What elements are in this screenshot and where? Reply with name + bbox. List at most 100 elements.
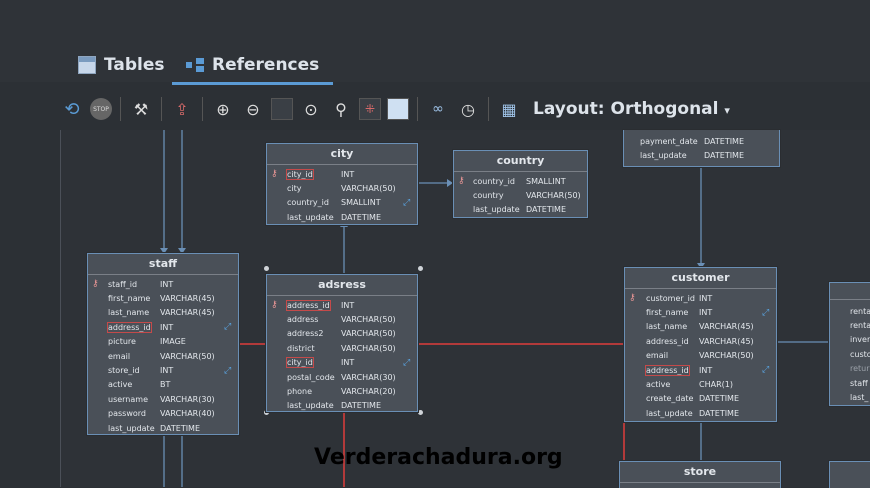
column-type: BT [160,380,171,390]
selection-handle[interactable] [418,266,423,271]
column-name: active [108,380,133,390]
link-icon: ⤢ [403,197,411,208]
table-staff[interactable]: staff ⚷ staff_id INT first_name VARCHAR(… [87,253,239,435]
layout-dropdown[interactable]: Layout: Orthogonal ▾ [533,99,730,119]
table-row: last_update DATETIME [267,399,417,413]
column-type: VARCHAR(30) [341,372,396,382]
table-row: last_update DATETIME [624,148,779,162]
column-type: INT [699,308,713,318]
column-type: VARCHAR(20) [341,387,396,397]
tab-references[interactable]: References [172,48,334,85]
tab-bar: Tables References [0,0,870,85]
link-icon: ⤢ [403,357,411,368]
table-row: last_update DATETIME [88,421,238,435]
table-row: store_id INT ⤢ [88,363,238,377]
selection-handle[interactable] [418,410,423,415]
table-row: city VARCHAR(50) [267,181,417,195]
column-type: DATETIME [704,151,745,161]
column-name: store_id [108,366,140,376]
table-row: first_name INT ⤢ [625,305,776,319]
column-name: renta [850,306,870,316]
column-name: address2 [287,329,324,339]
grid-icon[interactable]: ⁜ [359,98,381,120]
column-type: DATETIME [526,205,567,215]
key-icon: ⚷ [629,293,636,304]
column-name: city [287,184,302,194]
column-type: VARCHAR(50) [526,191,581,201]
table-row: last_name VARCHAR(45) [88,306,238,320]
column-type: INT [160,366,174,376]
table-title: city [267,144,417,165]
refresh-icon[interactable]: ⟲ [60,97,84,121]
table-row: email VARCHAR(50) [625,349,776,363]
key-icon: ⚷ [92,279,99,290]
table-row: first_name VARCHAR(45) [88,291,238,305]
column-name: payment_date [640,136,698,146]
zoom-in-icon[interactable]: ⊕ [211,97,235,121]
chevron-down-icon: ▾ [724,104,730,117]
column-type: VARCHAR(45) [699,336,754,346]
column-name: password [108,409,146,419]
column-name: address_id [645,364,690,376]
table-address[interactable]: adsress ⚷ address_id INT address VARCHAR… [266,274,418,412]
zoom-out-icon[interactable]: ⊖ [241,97,265,121]
table-title: store [620,462,780,483]
binoculars-icon[interactable]: ∞ [426,97,450,121]
column-name: last_update [646,408,693,418]
table-row: picture IMAGE [88,335,238,349]
column-name: last_name [108,308,150,318]
column-name: country_id [287,198,329,208]
toolbar: ⟲ STOP ⚒ ⇪ ⊕ ⊖ ⊙ ⚲ ⁜ ∞ ◷ ▦ Layout: Ortho… [60,90,870,128]
table-rental[interactable]: renta renta inver custo retur staff last… [829,282,870,406]
column-name: last_update [640,151,687,161]
table-customer[interactable]: customer ⚷ customer_id INT first_name IN… [624,267,777,422]
column-name: phone [287,387,313,397]
column-type: INT [341,169,355,179]
column-name: retur [850,364,870,374]
toolbar-separator [417,97,418,121]
table-country[interactable]: country ⚷ country_id SMALLINT country VA… [453,150,588,218]
table-store[interactable]: store [619,461,781,488]
toolbar-separator [120,97,121,121]
table-title [830,283,870,300]
column-name: last_ [850,393,869,403]
column-type: VARCHAR(50) [160,351,215,361]
column-type: CHAR(1) [699,380,733,390]
table-row: custo [830,347,870,361]
table-row: staff [830,376,870,390]
column-name: first_name [108,294,151,304]
column-type: DATETIME [160,423,201,433]
table-grid-icon [78,56,96,74]
select-icon[interactable] [387,98,409,120]
column-type: VARCHAR(50) [699,351,754,361]
export-icon[interactable]: ⇪ [170,97,194,121]
zoom-fit-icon[interactable]: ⚲ [329,97,353,121]
column-name: custo [850,349,870,359]
table-city[interactable]: city ⚷ city_id INT city VARCHAR(50) coun… [266,143,418,225]
table-row: last_update DATETIME [625,406,776,420]
column-name: picture [108,337,136,347]
table-row: ⚷ country_id SMALLINT [454,174,587,188]
tools-icon[interactable]: ⚒ [129,97,153,121]
stop-button[interactable]: STOP [90,98,112,120]
table-partial[interactable] [829,461,870,488]
column-name: last_update [287,401,334,411]
zoom-reset-icon[interactable]: ⊙ [299,97,323,121]
layout-icon[interactable]: ▦ [497,97,521,121]
clock-icon[interactable]: ◷ [456,97,480,121]
table-payment[interactable]: payment_date DATETIME last_update DATETI… [623,130,780,167]
column-name: last_name [646,322,688,332]
link-icon: ⤢ [762,307,770,318]
table-row: password VARCHAR(40) [88,407,238,421]
column-name: postal_code [287,372,335,382]
tab-tables[interactable]: Tables [78,48,165,82]
column-name: email [646,351,669,361]
column-name: staff_id [108,279,138,289]
table-row: ⚷ city_id INT [267,167,417,181]
blank-icon[interactable] [271,98,293,120]
selection-handle[interactable] [264,266,269,271]
table-row: city_id INT ⤢ [267,356,417,370]
table-row: address2 VARCHAR(50) [267,327,417,341]
column-name: first_name [646,308,689,318]
column-name: last_update [108,423,155,433]
